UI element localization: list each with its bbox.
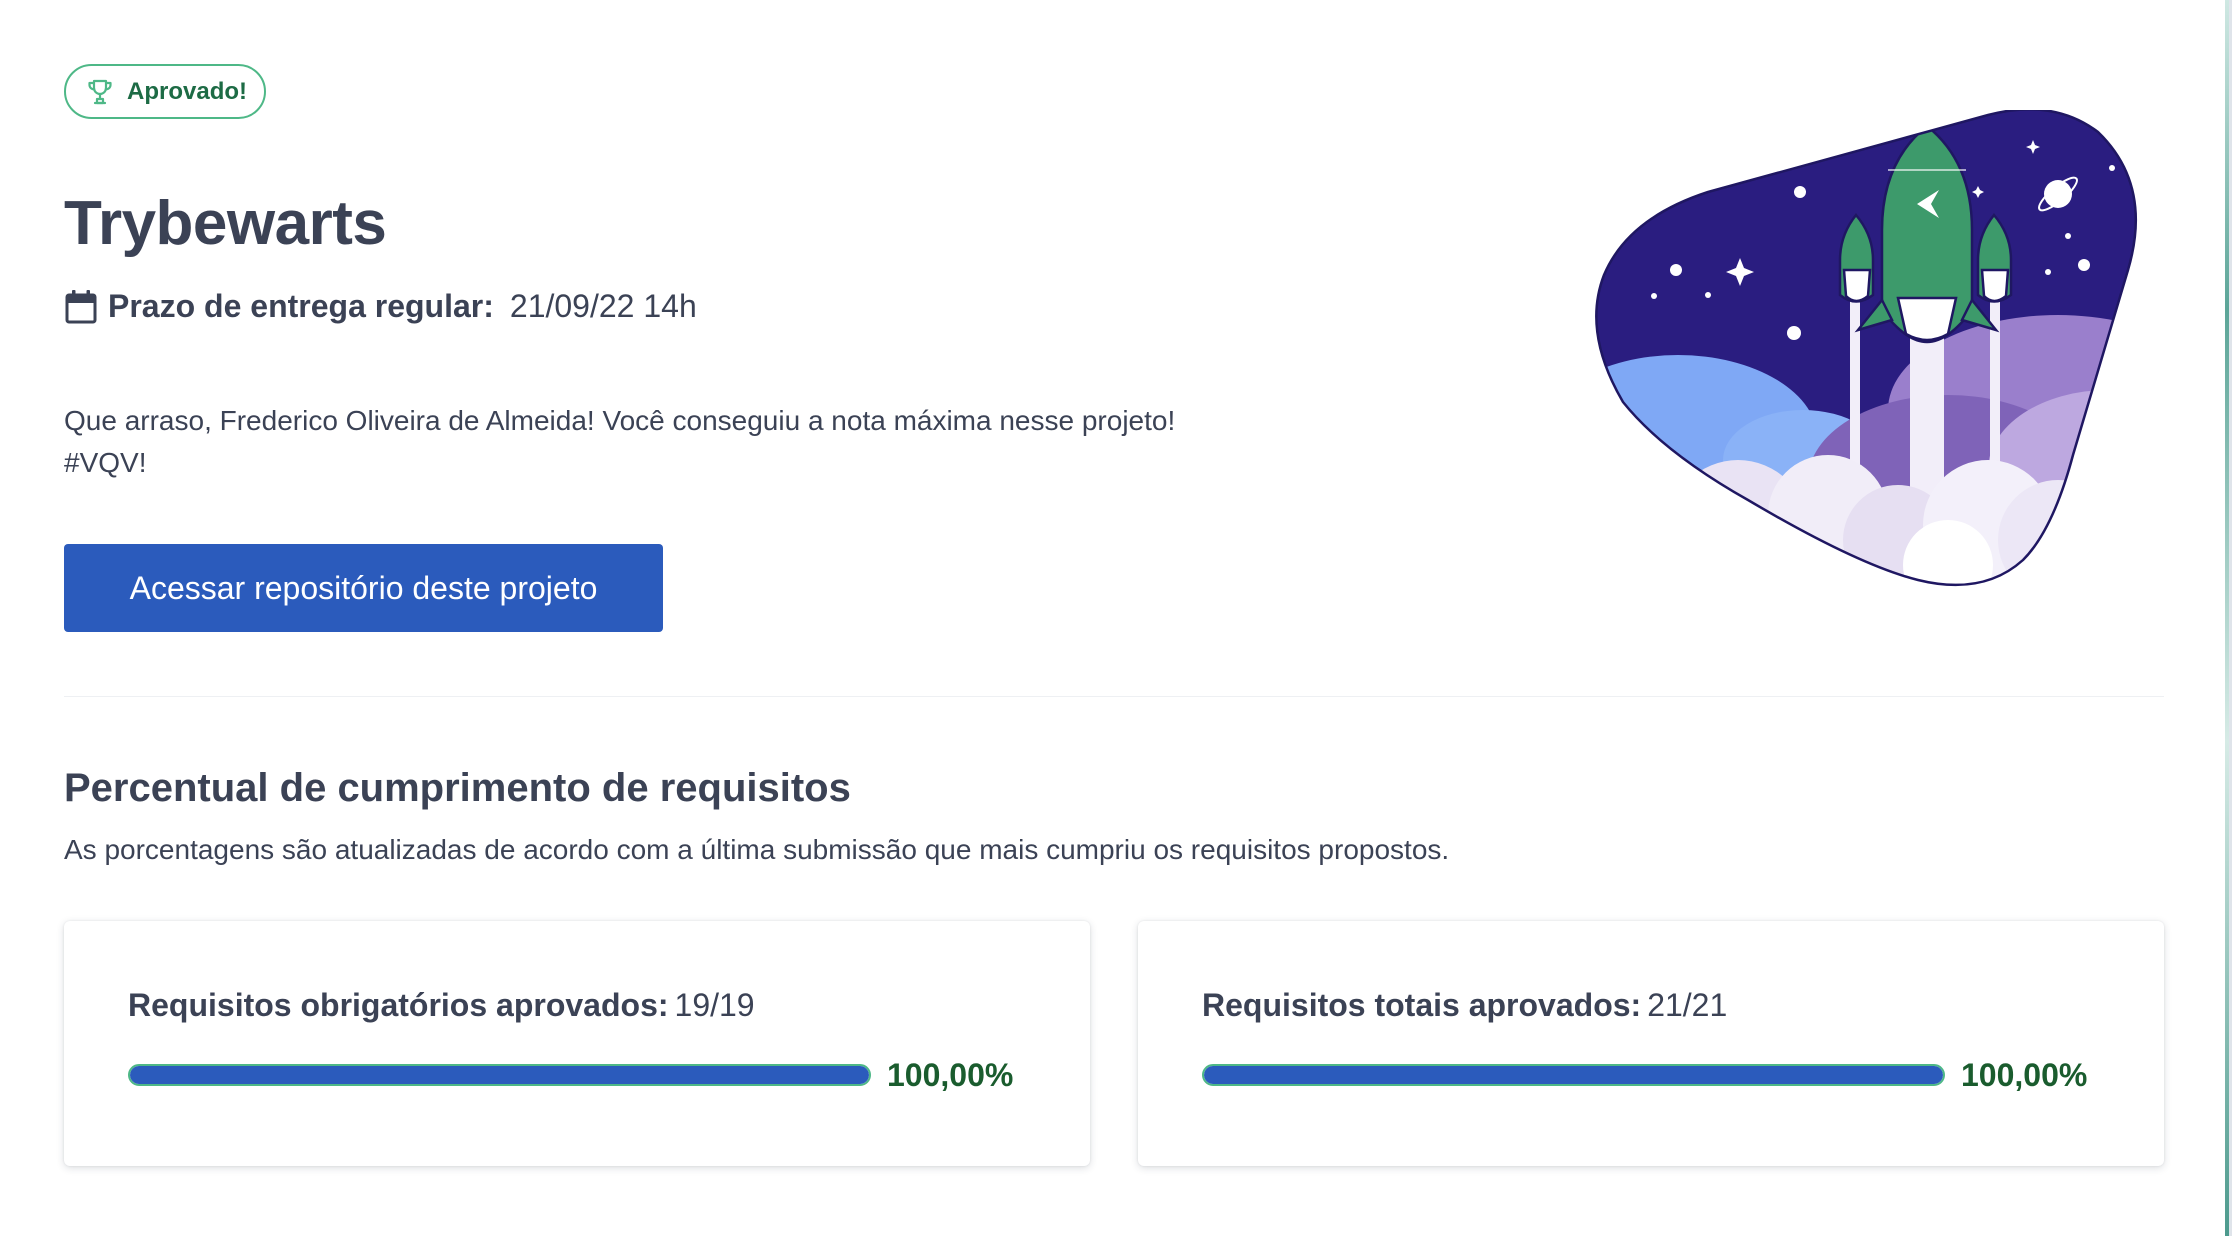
congrats-hashtag: #VQV! [64, 447, 147, 478]
progress-row: 100,00% [128, 1055, 1028, 1095]
progress-percent: 100,00% [1961, 1056, 2088, 1093]
status-badge: Aprovado! [64, 64, 266, 119]
calendar-icon [64, 289, 98, 325]
congrats-message-line: Que arraso, Frederico Oliveira de Almeid… [64, 405, 1176, 436]
rocket-illustration [1588, 108, 2168, 590]
card-label: Requisitos obrigatórios aprovados: [128, 987, 669, 1023]
trophy-icon [85, 77, 115, 107]
section-divider [64, 696, 2164, 697]
progress-bar-fill [130, 1066, 869, 1084]
window-edge-strip [2225, 0, 2229, 1236]
progress-bar-fill [1204, 1066, 1943, 1084]
congrats-message: Que arraso, Frederico Oliveira de Almeid… [64, 400, 1175, 484]
progress-row: 100,00% [1202, 1055, 2102, 1095]
deadline-value: 21/09/22 14h [509, 288, 697, 324]
total-requirements-card: Requisitos totais aprovados: 21/21 100,00… [1138, 921, 2164, 1166]
project-page: Aprovado! Trybewarts Prazo de entrega re… [0, 0, 2232, 1236]
requirements-subtitle: As porcentagens são atualizadas de acord… [64, 834, 1450, 865]
progress-bar [1202, 1064, 1945, 1086]
deadline-row: Prazo de entrega regular: 21/09/22 14h [64, 288, 697, 325]
progress-percent: 100,00% [887, 1056, 1014, 1093]
card-label: Requisitos totais aprovados: [1202, 987, 1642, 1023]
access-repository-button[interactable]: Acessar repositório deste projeto [64, 544, 663, 632]
requirements-title: Percentual de cumprimento de requisitos [64, 766, 851, 810]
card-count: 19/19 [674, 987, 755, 1023]
project-title: Trybewarts [64, 189, 387, 258]
card-heading: Requisitos obrigatórios aprovados: 19/19 [128, 987, 755, 1024]
card-count: 21/21 [1647, 987, 1728, 1023]
mandatory-requirements-card: Requisitos obrigatórios aprovados: 19/19 … [64, 921, 1090, 1166]
progress-bar [128, 1064, 871, 1086]
status-badge-label: Aprovado! [127, 77, 247, 105]
card-heading: Requisitos totais aprovados: 21/21 [1202, 987, 1727, 1024]
deadline-label: Prazo de entrega regular: [108, 288, 494, 324]
